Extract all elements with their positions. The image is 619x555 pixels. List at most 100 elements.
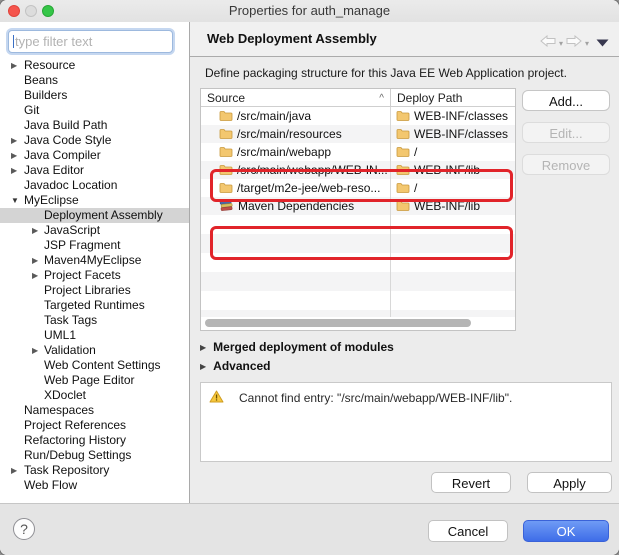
sidebar-item-javascript[interactable]: ▶JavaScript — [0, 223, 189, 238]
sidebar-item-label: Targeted Runtimes — [44, 298, 145, 312]
sidebar-item-java-editor[interactable]: ▶Java Editor — [0, 163, 189, 178]
sidebar-item-uml1[interactable]: UML1 — [0, 328, 189, 343]
back-icon[interactable] — [540, 34, 556, 52]
expand-icon[interactable]: ▶ — [11, 463, 17, 478]
scrollbar-thumb[interactable] — [205, 319, 471, 327]
column-header-deploy-path[interactable]: Deploy Path — [390, 89, 515, 106]
table-row-target-m2e-jee-web-reso[interactable]: /target/m2e-jee/web-reso... / — [201, 179, 515, 197]
forward-icon[interactable] — [566, 34, 582, 52]
sidebar-item-deployment-assembly[interactable]: Deployment Assembly — [0, 208, 189, 223]
expand-icon[interactable]: ▶ — [11, 148, 17, 163]
add-button[interactable]: Add... — [522, 90, 610, 111]
sidebar-item-web-page-editor[interactable]: Web Page Editor — [0, 373, 189, 388]
sidebar-item-label: JSP Fragment — [44, 238, 120, 252]
deploy-path-cell: WEB-INF/lib — [390, 197, 515, 215]
deploy-path-value: WEB-INF/lib — [414, 161, 480, 179]
expand-icon[interactable]: ▶ — [200, 362, 206, 371]
sidebar-item-web-content-settings[interactable]: Web Content Settings — [0, 358, 189, 373]
sidebar-item-maven4myeclipse[interactable]: ▶Maven4MyEclipse — [0, 253, 189, 268]
assembly-table: Source ^ Deploy Path /src/main/java WEB-I… — [200, 88, 516, 331]
sidebar-item-myeclipse[interactable]: ▼MyEclipse — [0, 193, 189, 208]
help-button[interactable]: ? — [13, 518, 35, 540]
folder-icon — [219, 182, 233, 194]
sidebar-item-label: Project Libraries — [44, 283, 131, 297]
sidebar-item-label: Resource — [24, 58, 75, 72]
forward-menu-icon[interactable]: ▾ — [585, 39, 589, 48]
sidebar-item-label: UML1 — [44, 328, 76, 342]
sidebar-item-label: Project Facets — [44, 268, 121, 282]
sidebar-item-xdoclet[interactable]: XDoclet — [0, 388, 189, 403]
folder-icon — [396, 110, 410, 122]
sidebar-item-refactoring-history[interactable]: Refactoring History — [0, 433, 189, 448]
sidebar-item-namespaces[interactable]: Namespaces — [0, 403, 189, 418]
sidebar-item-label: Validation — [44, 343, 96, 357]
view-menu-icon[interactable] — [596, 34, 609, 52]
sidebar-item-run-debug-settings[interactable]: Run/Debug Settings — [0, 448, 189, 463]
source-cell: /src/main/webapp/WEB-IN... — [201, 161, 390, 179]
folder-icon — [396, 164, 410, 176]
sidebar-item-validation[interactable]: ▶ Validation — [0, 343, 189, 358]
revert-button[interactable]: Revert — [431, 472, 511, 493]
sidebar-item-web-flow[interactable]: Web Flow — [0, 478, 189, 493]
sidebar-item-project-facets[interactable]: ▶ Project Facets — [0, 268, 189, 283]
window-title: Properties for auth_manage — [0, 0, 619, 22]
deploy-path-cell: / — [390, 179, 515, 197]
sidebar-item-project-libraries[interactable]: Project Libraries — [0, 283, 189, 298]
sidebar-item-javadoc-location[interactable]: Javadoc Location — [0, 178, 189, 193]
deploy-path-value: WEB-INF/classes — [414, 107, 508, 125]
expand-icon[interactable]: ▶ — [32, 343, 38, 358]
table-row-src-main-java[interactable]: /src/main/java WEB-INF/classes — [201, 107, 515, 125]
sidebar-item-java-code-style[interactable]: ▶Java Code Style — [0, 133, 189, 148]
source-value: Maven Dependencies — [238, 197, 354, 215]
section-merged-deployment[interactable]: ▶Merged deployment of modules — [200, 340, 394, 354]
apply-button[interactable]: Apply — [527, 472, 612, 493]
sidebar-item-label: Run/Debug Settings — [24, 448, 131, 462]
expand-icon[interactable]: ▶ — [11, 133, 17, 148]
sidebar-item-java-compiler[interactable]: ▶Java Compiler — [0, 148, 189, 163]
sidebar-item-java-build-path[interactable]: Java Build Path — [0, 118, 189, 133]
expand-icon[interactable]: ▶ — [32, 223, 38, 238]
column-header-source[interactable]: Source ^ — [201, 89, 390, 106]
sidebar-item-beans[interactable]: Beans — [0, 73, 189, 88]
source-value: /src/main/java — [237, 107, 311, 125]
deploy-path-cell: WEB-INF/classes — [390, 125, 515, 143]
sort-ascending-icon: ^ — [379, 90, 384, 108]
deployment-assembly-panel: Define packaging structure for this Java… — [190, 57, 619, 503]
source-value: /src/main/webapp — [237, 143, 331, 161]
sidebar-item-targeted-runtimes[interactable]: Targeted Runtimes — [0, 298, 189, 313]
sidebar-item-task-repository[interactable]: ▶Task Repository — [0, 463, 189, 478]
source-value: /src/main/resources — [237, 125, 342, 143]
filter-input[interactable]: type filter text — [8, 30, 173, 53]
sidebar-item-builders[interactable]: Builders — [0, 88, 189, 103]
table-row-maven-dependencies[interactable]: Maven Dependencies WEB-INF/lib — [201, 197, 515, 215]
sidebar-item-resource[interactable]: ▶ Resource — [0, 58, 189, 73]
deploy-path-value: WEB-INF/lib — [414, 197, 480, 215]
section-advanced[interactable]: ▶Advanced — [200, 359, 271, 373]
sidebar-item-label: Namespaces — [24, 403, 94, 417]
empty-table-row — [201, 272, 515, 291]
expand-icon[interactable]: ▶ — [200, 343, 206, 352]
horizontal-scrollbar — [201, 317, 515, 330]
sidebar-item-task-tags[interactable]: Task Tags — [0, 313, 189, 328]
expand-icon[interactable]: ▶ — [32, 253, 38, 268]
history-nav: ▾ ▾ — [540, 34, 609, 52]
source-value: /target/m2e-jee/web-reso... — [237, 179, 380, 197]
sidebar-item-label: Javadoc Location — [24, 178, 117, 192]
sidebar-item-git[interactable]: Git — [0, 103, 189, 118]
table-row-src-main-webapp[interactable]: /src/main/webapp / — [201, 143, 515, 161]
collapse-icon[interactable]: ▼ — [11, 193, 19, 208]
sidebar-item-project-references[interactable]: Project References — [0, 418, 189, 433]
empty-table-row — [201, 291, 515, 310]
table-row-src-main-resources[interactable]: /src/main/resources WEB-INF/classes — [201, 125, 515, 143]
expand-icon[interactable]: ▶ — [11, 58, 17, 73]
sidebar-item-jsp-fragment[interactable]: JSP Fragment — [0, 238, 189, 253]
expand-icon[interactable]: ▶ — [32, 268, 38, 283]
titlebar: Properties for auth_manage — [0, 0, 619, 22]
back-menu-icon[interactable]: ▾ — [559, 39, 563, 48]
deploy-path-value: / — [414, 143, 417, 161]
warning-box: Cannot find entry: "/src/main/webapp/WEB… — [200, 382, 612, 462]
ok-button[interactable]: OK — [523, 520, 609, 542]
table-row-src-main-webapp-web-in[interactable]: /src/main/webapp/WEB-IN... WEB-INF/lib — [201, 161, 515, 179]
cancel-button[interactable]: Cancel — [428, 520, 508, 542]
expand-icon[interactable]: ▶ — [11, 163, 17, 178]
